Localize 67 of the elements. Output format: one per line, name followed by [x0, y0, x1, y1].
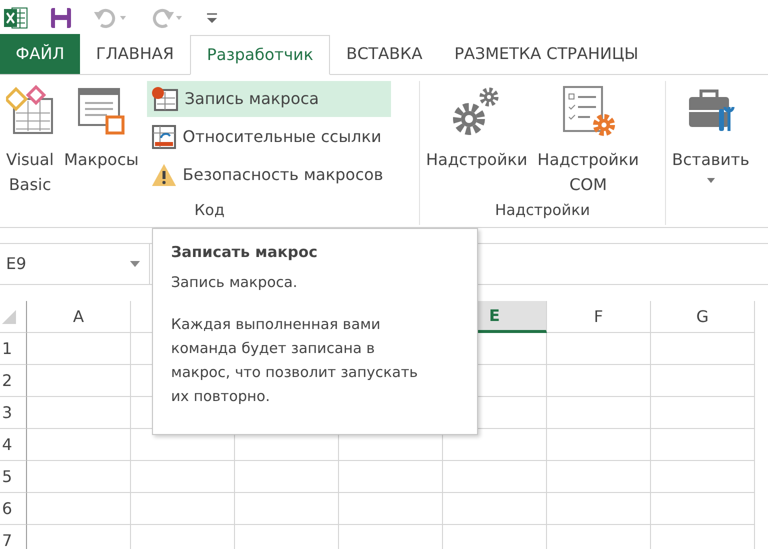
- column-header[interactable]: A: [27, 301, 131, 333]
- grid-cell[interactable]: [27, 397, 131, 429]
- redo-icon[interactable]: [150, 8, 184, 28]
- record-icon: [150, 86, 179, 112]
- grid-cell[interactable]: [651, 493, 755, 525]
- customize-menu-icon[interactable]: [206, 10, 218, 24]
- relative-references-icon: [150, 124, 177, 150]
- ribbon-button[interactable]: Запись макроса: [146, 81, 392, 117]
- group-label: Надстройки: [494, 200, 592, 221]
- row-header[interactable]: 7: [0, 525, 27, 549]
- grid-cell[interactable]: [443, 461, 547, 493]
- ribbon-tab[interactable]: ВСТАВКА: [330, 34, 438, 74]
- ribbon-button[interactable]: Надстройки COM: [535, 81, 641, 199]
- tooltip-title: Записать макрос: [171, 243, 319, 261]
- grid-cell[interactable]: [547, 365, 651, 397]
- row-header[interactable]: 2: [0, 365, 27, 397]
- grid-cell[interactable]: [339, 493, 443, 525]
- file-tab[interactable]: ФАЙЛ: [0, 34, 80, 74]
- grid-cell[interactable]: [651, 333, 755, 365]
- ribbon-tab[interactable]: Разработчик: [190, 35, 330, 75]
- grid-cell[interactable]: [651, 365, 755, 397]
- grid-cell[interactable]: [651, 429, 755, 461]
- grid-cell[interactable]: [339, 461, 443, 493]
- row-header[interactable]: 5: [0, 461, 27, 493]
- warning-icon: [150, 163, 177, 187]
- tooltip-text: Запись макроса.: [171, 274, 298, 293]
- grid-cell[interactable]: [547, 461, 651, 493]
- dropdown-caret-icon[interactable]: [129, 260, 141, 268]
- ribbon-button[interactable]: Относительные ссылки: [146, 119, 392, 155]
- grid-cell[interactable]: [547, 333, 651, 365]
- excel-logo-icon[interactable]: [4, 6, 28, 30]
- name-box[interactable]: E9: [0, 244, 150, 284]
- grid-cell[interactable]: [131, 461, 235, 493]
- grid-cell[interactable]: [131, 493, 235, 525]
- insert-button[interactable]: Вставить: [670, 81, 752, 199]
- ribbon-tab[interactable]: ГЛАВНАЯ: [80, 34, 190, 74]
- grid-cell[interactable]: [443, 493, 547, 525]
- row-header[interactable]: 4: [0, 429, 27, 461]
- undo-icon[interactable]: [94, 8, 128, 28]
- grid-cell[interactable]: [547, 429, 651, 461]
- column-header[interactable]: G: [651, 301, 755, 333]
- grid-cell[interactable]: [235, 493, 339, 525]
- group-label: Код: [193, 200, 226, 221]
- ribbon-button[interactable]: Макросы: [62, 81, 141, 199]
- grid-cell[interactable]: [547, 397, 651, 429]
- visual-basic-icon: [6, 85, 54, 137]
- macros-icon: [77, 85, 126, 137]
- ribbon-button[interactable]: Visual Basic: [4, 81, 56, 199]
- grid-cell[interactable]: [27, 429, 131, 461]
- row-header[interactable]: 1: [0, 333, 27, 365]
- grid-cell[interactable]: [27, 365, 131, 397]
- grid-cell[interactable]: [27, 333, 131, 365]
- row-header[interactable]: 3: [0, 397, 27, 429]
- select-all-icon: [2, 310, 16, 324]
- grid-cell[interactable]: [651, 461, 755, 493]
- ribbon-button[interactable]: Безопасность макросов: [146, 157, 392, 193]
- grid-cell[interactable]: [235, 461, 339, 493]
- grid-cell[interactable]: [651, 397, 755, 429]
- ribbon-button[interactable]: Надстройки: [424, 81, 530, 199]
- tooltip-text: Каждая выполненная вами команда будет записана в макрос, что позволит запускать их повторно.: [171, 316, 419, 407]
- grid-cell[interactable]: [547, 493, 651, 525]
- grid-cell[interactable]: [27, 461, 131, 493]
- grid-cell[interactable]: [27, 493, 131, 525]
- ribbon-tab[interactable]: РАЗМЕТКА СТРАНИЦЫ: [438, 34, 654, 74]
- column-header[interactable]: F: [547, 301, 651, 333]
- row-header[interactable]: 6: [0, 493, 27, 525]
- gear-checklist-icon: [560, 85, 616, 137]
